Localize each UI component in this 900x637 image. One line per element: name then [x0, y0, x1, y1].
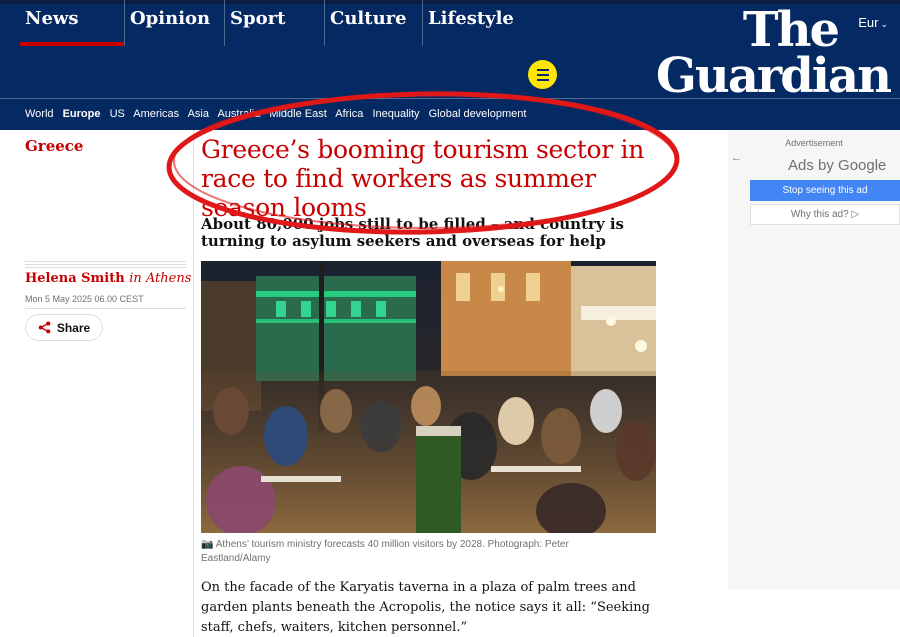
byline[interactable]: Helena Smith in Athens [25, 271, 191, 286]
byline-rule [25, 261, 186, 269]
headline: Greece’s booming tourism sector in race … [201, 135, 645, 222]
pillar-opinion-label: Opinion [130, 8, 211, 29]
ads-by-text: Ads by [788, 157, 834, 174]
pillar-news[interactable]: News [20, 0, 124, 46]
ads-by-google[interactable]: Ads by Google [788, 157, 886, 174]
logo-line-2: Guardian [655, 48, 892, 104]
site-header: Eur ⌄ The Guardian News Opinion Sport Cul… [0, 0, 900, 130]
subnav: World Europe US Americas Asia Australia … [25, 108, 532, 120]
author-name: Helena Smith [25, 271, 125, 286]
column-divider [193, 130, 194, 637]
pillar-culture[interactable]: Culture [324, 0, 422, 46]
pillar-lifestyle[interactable]: Lifestyle [422, 0, 522, 46]
section-label[interactable]: Greece [25, 137, 83, 155]
subnav-middle-east[interactable]: Middle East [269, 108, 326, 120]
article-body-paragraph: On the facade of the Karyatis taverna in… [201, 580, 650, 635]
publish-date: Mon 5 May 2025 06.00 CEST [25, 294, 144, 304]
share-button[interactable]: Share [25, 314, 103, 341]
pillar-opinion[interactable]: Opinion [124, 0, 224, 46]
share-icon [38, 321, 51, 334]
google-wordmark: Google [838, 157, 887, 174]
guardian-logo[interactable]: The Guardian [645, 2, 892, 104]
pillar-news-underline [20, 42, 124, 46]
pillar-news-label: News [25, 8, 79, 29]
camera-icon: 📷 [201, 539, 214, 550]
article-main-image[interactable] [201, 261, 656, 533]
hamburger-icon [536, 68, 549, 71]
caption-text: Athens’ tourism ministry forecasts 40 mi… [201, 539, 569, 564]
subnav-world[interactable]: World [25, 108, 54, 120]
date-rule [25, 308, 186, 309]
pillar-culture-label: Culture [330, 8, 407, 29]
hamburger-icon-line [536, 73, 549, 76]
ad-slot: Advertisement ← Ads by Google Stop seein… [728, 130, 900, 590]
subnav-us[interactable]: US [110, 108, 125, 120]
pillar-lifestyle-label: Lifestyle [428, 8, 514, 29]
pillar-sport-label: Sport [230, 8, 286, 29]
taverna-photo [201, 261, 656, 533]
standfirst: About 80,000 jobs still to be filled – a… [201, 215, 624, 250]
subnav-inequality[interactable]: Inequality [372, 108, 419, 120]
ad-label: Advertisement [785, 138, 843, 148]
subnav-global-development[interactable]: Global development [429, 108, 527, 120]
subnav-africa[interactable]: Africa [335, 108, 363, 120]
author-location: in Athens [129, 271, 192, 286]
subnav-divider [0, 98, 900, 99]
pillar-sport[interactable]: Sport [224, 0, 324, 46]
back-arrow-icon[interactable]: ← [731, 152, 742, 164]
logo-line-1: The [742, 2, 840, 58]
subnav-americas[interactable]: Americas [133, 108, 179, 120]
share-label: Share [56, 320, 91, 335]
subnav-asia[interactable]: Asia [188, 108, 209, 120]
menu-button[interactable] [528, 60, 557, 89]
why-this-ad-button[interactable]: Why this ad? ▷ [750, 204, 900, 225]
hamburger-icon-line [536, 78, 549, 81]
stop-seeing-ad-button[interactable]: Stop seeing this ad [750, 180, 900, 201]
subnav-europe[interactable]: Europe [63, 108, 101, 120]
subnav-australia[interactable]: Australia [217, 108, 260, 120]
image-caption: 📷 Athens’ tourism ministry forecasts 40 … [201, 538, 621, 566]
